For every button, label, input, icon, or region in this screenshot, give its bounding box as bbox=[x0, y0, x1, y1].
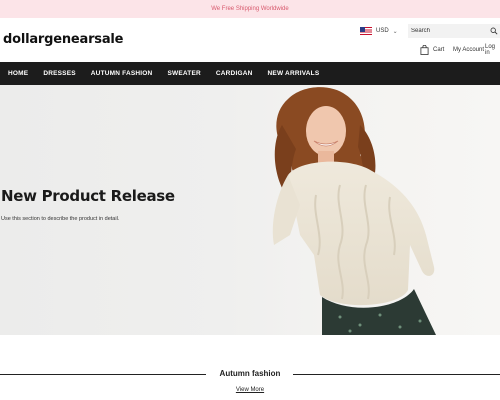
shopping-bag-icon bbox=[420, 45, 429, 55]
currency-selector[interactable]: USD ⌄ bbox=[360, 26, 398, 36]
currency-label: USD bbox=[376, 28, 389, 34]
search-input[interactable] bbox=[411, 28, 487, 34]
view-more-wrapper: View More bbox=[0, 387, 500, 393]
main-navigation: HOME DRESSES AUTUMN FASHION SWEATER CARD… bbox=[0, 62, 500, 85]
nav-item-autumn-fashion[interactable]: AUTUMN FASHION bbox=[91, 70, 153, 77]
us-flag-icon bbox=[360, 27, 372, 35]
nav-item-cardigan[interactable]: CARDIGAN bbox=[216, 70, 253, 77]
hero-model-image bbox=[272, 87, 436, 335]
nav-item-sweater[interactable]: SWEATER bbox=[167, 70, 200, 77]
heading-divider-right bbox=[293, 374, 500, 375]
search-box[interactable] bbox=[408, 24, 500, 38]
chevron-down-icon: ⌄ bbox=[392, 28, 398, 35]
nav-item-dresses[interactable]: DRESSES bbox=[43, 70, 75, 77]
collection-heading: Autumn fashion bbox=[0, 368, 500, 382]
hero-subtitle: Use this section to describe the product… bbox=[1, 216, 120, 222]
nav-item-home[interactable]: HOME bbox=[8, 70, 28, 77]
announcement-text: We Free Shipping Worldwide bbox=[211, 6, 289, 12]
cart-link[interactable]: Cart bbox=[420, 44, 444, 56]
hero-title: New Product Release bbox=[1, 187, 175, 205]
view-more-link[interactable]: View More bbox=[236, 387, 264, 393]
cart-label: Cart bbox=[433, 47, 445, 53]
nav-item-new-arrivals[interactable]: NEW ARRIVALS bbox=[268, 70, 320, 77]
search-icon[interactable] bbox=[490, 27, 498, 35]
announcement-bar: We Free Shipping Worldwide bbox=[0, 0, 500, 18]
login-link[interactable]: Log in bbox=[485, 44, 500, 56]
hero-banner[interactable]: New Product Release Use this section to … bbox=[0, 85, 500, 335]
account-link[interactable]: My Account bbox=[453, 44, 484, 56]
site-logo[interactable]: dollargenearsale bbox=[3, 32, 123, 47]
